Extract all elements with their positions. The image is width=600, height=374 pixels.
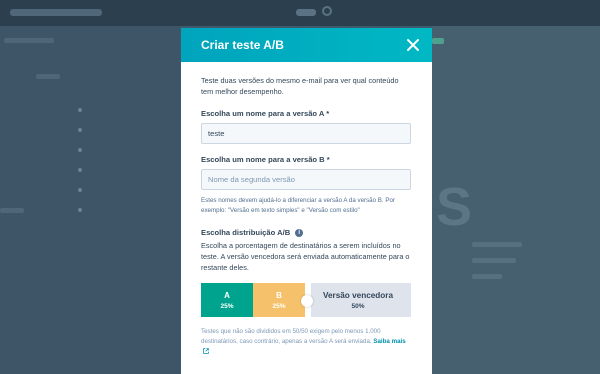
- footnote-text: Testes que não são divididos em 50/50 ex…: [201, 328, 381, 345]
- background-pill: [432, 38, 444, 44]
- close-icon: [407, 39, 419, 51]
- segment-winner-name: Versão vencedora: [322, 290, 394, 300]
- version-a-label: Escolha um nome para a versão A *: [201, 109, 330, 118]
- footnote: Testes que não são divididos em 50/50 ex…: [201, 327, 412, 357]
- segment-b-percent: 25%: [272, 302, 286, 310]
- segment-a-percent: 25%: [220, 302, 234, 310]
- segment-a-name: A: [224, 290, 230, 300]
- background-right-panel: S: [432, 26, 600, 374]
- background-line: [36, 74, 60, 79]
- background-line: [472, 274, 502, 279]
- background-line: [472, 258, 516, 263]
- modal-title: Criar teste A/B: [201, 38, 284, 52]
- background-dot: [78, 168, 82, 172]
- background-dot: [78, 208, 82, 212]
- version-b-input[interactable]: Nome da segunda versão: [201, 169, 411, 190]
- close-button[interactable]: [404, 36, 422, 54]
- version-a-input[interactable]: teste: [201, 123, 411, 144]
- modal-body: Teste duas versões do mesmo e-mail para …: [181, 75, 432, 357]
- distribution-label-row: Escolha distribuição A/B i: [201, 228, 412, 237]
- background-line: [0, 208, 24, 213]
- external-link-icon: [203, 347, 209, 354]
- modal-header: Criar teste A/B: [181, 28, 432, 62]
- segment-a: A 25%: [201, 283, 253, 317]
- distribution-description: Escolha a porcentagem de destinatários a…: [201, 241, 410, 272]
- version-b-label: Escolha um nome para a versão B *: [201, 155, 330, 164]
- learn-more-label: Saiba mais: [373, 338, 406, 345]
- background-dot: [78, 128, 82, 132]
- background-dot: [78, 108, 82, 112]
- background-header-text: [296, 9, 316, 16]
- gear-icon: [322, 6, 332, 16]
- background-sidebar: [0, 26, 180, 374]
- background-dot: [78, 148, 82, 152]
- background-glyph: S: [436, 177, 473, 237]
- distribution-label: Escolha distribuição A/B: [201, 228, 291, 237]
- background-dot: [78, 188, 82, 192]
- background-line: [472, 242, 522, 247]
- intro-text: Teste duas versões do mesmo e-mail para …: [201, 76, 399, 96]
- background-top-bar: [0, 0, 600, 26]
- slider-handle[interactable]: [301, 295, 313, 307]
- version-helper-text: Estes nomes devem ajudá-lo a diferenciar…: [201, 197, 395, 214]
- segment-b: B 25%: [253, 283, 305, 317]
- distribution-slider[interactable]: A 25% B 25% Versão vencedora 50%: [201, 283, 411, 317]
- segment-winner-percent: 50%: [351, 302, 365, 310]
- info-icon[interactable]: i: [295, 228, 304, 237]
- ab-test-modal: Criar teste A/B Teste duas versões do me…: [181, 28, 432, 374]
- segment-b-name: B: [276, 290, 282, 300]
- background-line: [4, 38, 54, 43]
- background-app-title: [10, 9, 102, 16]
- segment-winner: Versão vencedora 50%: [305, 283, 411, 317]
